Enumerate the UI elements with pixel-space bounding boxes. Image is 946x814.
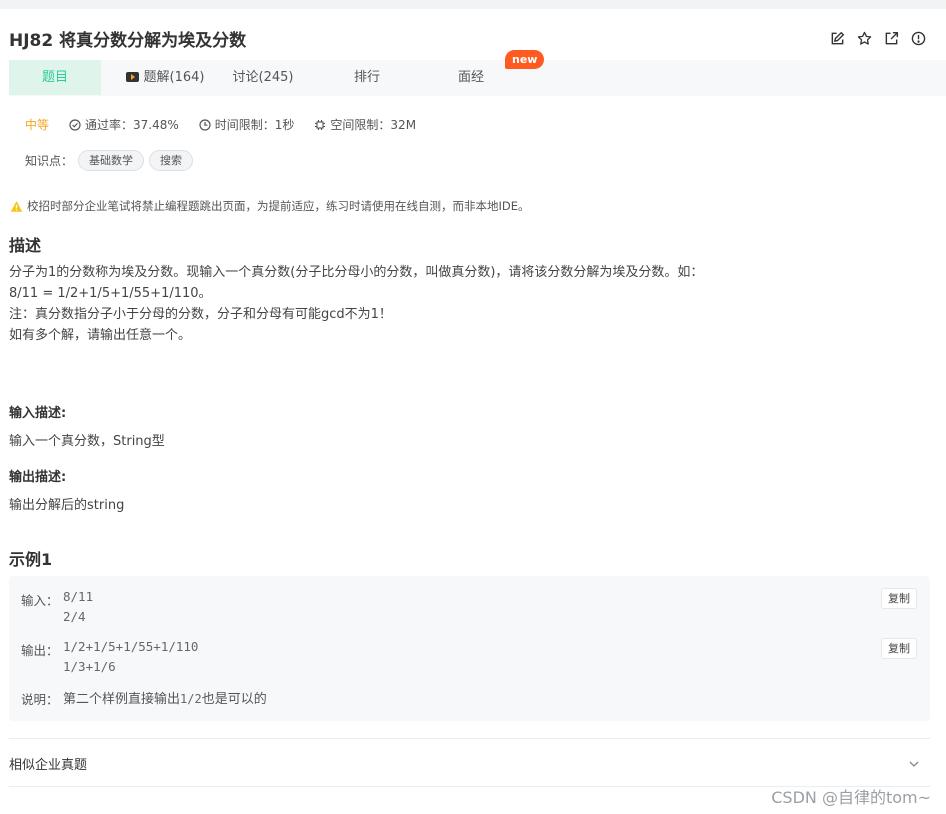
clock-icon — [199, 118, 211, 131]
similar-questions-label: 相似企业真题 — [9, 758, 88, 773]
tab-problem[interactable]: 题目 — [9, 60, 101, 95]
top-strip — [0, 0, 946, 9]
example-box: 输入： 8/11 2/4 复制 输出： 1/2+1/5+1/55+1/110 1… — [9, 576, 930, 721]
tab-ranking[interactable]: 排行 — [321, 60, 413, 95]
example-output-label: 输出： — [21, 643, 59, 658]
warning-notice: 校招时部分企业笔试将禁止编程题跳出页面，为提前适应，练习时请使用在线自测，而非本… — [10, 198, 530, 214]
video-icon — [125, 72, 139, 82]
description-heading: 描述 — [9, 236, 42, 255]
example-note-label: 说明： — [21, 692, 59, 707]
knowledge-points: 知识点： 基础数学 搜索 — [25, 150, 194, 171]
copy-input-button[interactable]: 复制 — [881, 588, 917, 609]
difficulty-label: 中等 — [25, 118, 50, 132]
note-suffix: 也是可以的 — [201, 692, 267, 707]
warning-icon — [10, 200, 23, 212]
description-line: 注：真分数指分子小于分母的分数，分子和分母有可能gcd不为1！ — [9, 307, 392, 322]
description-body: 分子为1的分数称为埃及分数。现输入一个真分数(分子比分母小的分数，叫做真分数)，… — [9, 262, 703, 346]
time-limit: 时间限制：1秒 — [199, 116, 295, 133]
pass-rate: 通过率：37.48% — [69, 116, 179, 133]
output-desc-text: 输出分解后的string — [9, 498, 125, 513]
tab-bar: 题目 题解(164) 讨论(245) 排行 面经 — [9, 60, 946, 96]
example-heading: 示例1 — [9, 550, 53, 569]
example-note-text: 第二个样例直接输出1/2也是可以的 — [63, 688, 267, 707]
time-limit-text: 时间限制：1秒 — [214, 118, 295, 132]
tab-interview[interactable]: 面经 — [425, 60, 517, 95]
star-icon[interactable] — [856, 30, 872, 46]
description-line: 如有多个解，请输出任意一个。 — [9, 328, 192, 343]
tag-math[interactable]: 基础数学 — [78, 150, 145, 171]
input-desc-heading: 输入描述: — [9, 406, 67, 421]
memory-limit: 空间限制：32M — [314, 116, 416, 133]
edit-icon[interactable] — [829, 30, 845, 46]
report-icon[interactable] — [910, 30, 926, 46]
new-badge: new — [505, 50, 545, 69]
pass-rate-text: 通过率：37.48% — [85, 118, 179, 132]
input-desc-text: 输入一个真分数，String型 — [9, 434, 165, 449]
chip-icon — [315, 119, 326, 130]
tab-discussion[interactable]: 讨论(245) — [217, 60, 309, 95]
description-line: 8/11 = 1/2+1/5+1/55+1/110。 — [9, 286, 212, 301]
check-circle-icon — [69, 118, 81, 131]
output-desc-heading: 输出描述: — [9, 470, 67, 485]
warning-text: 校招时部分企业笔试将禁止编程题跳出页面，为提前适应，练习时请使用在线自测，而非本… — [27, 199, 530, 213]
copy-output-button[interactable]: 复制 — [881, 638, 917, 659]
example-output-value: 1/2+1/5+1/55+1/110 1/3+1/6 — [63, 639, 199, 674]
memory-limit-text: 空间限制：32M — [330, 118, 417, 132]
title-toolbar — [829, 30, 926, 46]
problem-title: HJ82 将真分数分解为埃及分数 — [9, 31, 247, 51]
note-prefix: 第二个样例直接输出 — [63, 692, 181, 707]
tab-solutions[interactable]: 题解(164) — [119, 60, 211, 95]
watermark: CSDN @自律的tom~ — [771, 788, 931, 807]
description-line: 分子为1的分数称为埃及分数。现输入一个真分数(分子比分母小的分数，叫做真分数)，… — [9, 265, 704, 280]
tab-solutions-label: 题解(164) — [143, 70, 205, 85]
example-input-value: 8/11 2/4 — [63, 589, 94, 624]
chevron-down-icon — [909, 761, 919, 767]
knowledge-label: 知识点： — [25, 154, 74, 168]
problem-meta: 中等 通过率：37.48% 时间限制：1秒 空间限制：32M — [25, 116, 436, 133]
similar-questions-row[interactable]: 相似企业真题 — [9, 738, 930, 787]
note-code: 1/2 — [180, 692, 202, 706]
example-input-label: 输入： — [21, 593, 59, 608]
tag-search[interactable]: 搜索 — [149, 150, 194, 171]
share-icon[interactable] — [883, 30, 899, 46]
